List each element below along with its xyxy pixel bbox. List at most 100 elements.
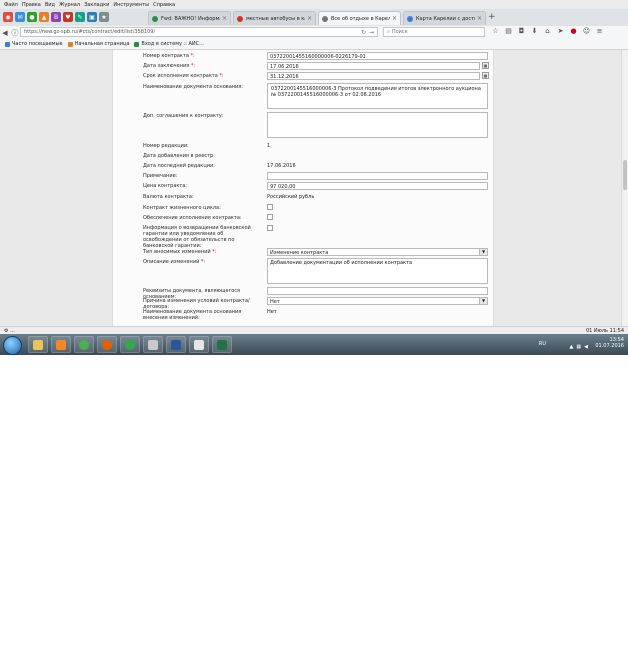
bookmark-ais-login[interactable]: Вход в систему :: АИС...: [134, 41, 204, 47]
page-scrollbar[interactable]: [621, 50, 628, 326]
reading-list-icon[interactable]: ▤: [504, 27, 513, 35]
pinned-app-icon[interactable]: ▣: [87, 12, 97, 22]
notepad-icon: [194, 339, 204, 350]
menu-tools[interactable]: Инструменты: [113, 2, 149, 8]
bookmark-star-icon[interactable]: ☆: [491, 27, 500, 35]
chevron-down-icon[interactable]: ▼: [479, 298, 487, 304]
tray-icons: ▲ ▦ ◀: [570, 344, 588, 350]
search-input[interactable]: [391, 29, 472, 35]
bookmark-frequent[interactable]: Часто посещаемые: [5, 41, 63, 47]
chevron-down-icon[interactable]: ▼: [479, 249, 487, 255]
note-field[interactable]: [267, 172, 488, 180]
info-icon[interactable]: ⓘ: [10, 28, 20, 38]
conclusion-date-field[interactable]: 17.06.2016: [267, 62, 480, 70]
currency-value: Российский рубль: [267, 194, 315, 200]
new-tab-button[interactable]: +: [488, 12, 496, 22]
change-reason-select[interactable]: Нет ▼: [267, 297, 488, 305]
price-field[interactable]: 97 020,00: [267, 182, 488, 190]
tray-arrow-icon[interactable]: ▲: [570, 344, 574, 350]
toolbar-icons: ☆ ▤ ◘ ⬇ ⌂ ➤ ● ☺ ≡: [491, 27, 604, 35]
document-requisites-field[interactable]: [267, 287, 488, 295]
basis-document-name-value: Нет: [267, 309, 277, 315]
taskbar-media[interactable]: [51, 336, 71, 353]
taskbar-firefox[interactable]: [97, 336, 117, 353]
volume-icon[interactable]: ◀: [584, 344, 588, 350]
contract-number-field[interactable]: 03722001455160000006-0226179-01: [267, 52, 488, 60]
menu-view[interactable]: Вид: [45, 2, 55, 8]
firefox-icon: [102, 339, 112, 350]
taskbar-document[interactable]: [143, 336, 163, 353]
send-icon[interactable]: ➤: [556, 27, 565, 35]
windows-taskbar: RU ▲ ▦ ◀ 13:54 01.07.2016: [0, 334, 628, 355]
bookmark-homepage[interactable]: Начальная страница: [67, 41, 129, 47]
tab-bar: ◉ ✉ ● ▲ B ♥ ✎ ▣ ★ Fwd: ВАЖНО! Информац..…: [0, 9, 628, 27]
language-indicator[interactable]: RU: [539, 341, 546, 347]
pinned-app-icon[interactable]: ◉: [3, 12, 13, 22]
guarantee-info-checkbox[interactable]: [267, 225, 273, 231]
calendar-icon[interactable]: ▦: [482, 62, 489, 69]
close-tab-icon[interactable]: ×: [477, 15, 482, 22]
scrollbar-thumb[interactable]: [623, 160, 627, 190]
tab-3-active[interactable]: Все об отдыхе в Карелии ... ×: [318, 11, 401, 25]
download-icon[interactable]: ⬇: [530, 27, 539, 35]
last-revision-date-value: 17.06.2016: [267, 163, 296, 169]
bookmark-folder-icon: [134, 41, 140, 47]
taskbar-chrome[interactable]: [74, 336, 94, 353]
adblock-icon[interactable]: ●: [569, 27, 578, 35]
home-icon[interactable]: ⌂: [543, 27, 552, 35]
network-icon[interactable]: ▦: [576, 344, 581, 350]
bookmarks-bar: Часто посещаемые Начальная страница Вход…: [0, 39, 628, 50]
forward-icon[interactable]: →: [369, 29, 374, 36]
change-type-select[interactable]: Изменение контракта ▼: [267, 248, 488, 256]
tab-4[interactable]: Карта Карелии с достопр... ×: [403, 11, 486, 25]
menu-bookmarks[interactable]: Закладки: [84, 2, 109, 8]
start-button[interactable]: [3, 336, 22, 355]
clock-date[interactable]: 01.07.2016: [595, 343, 624, 349]
security-checkbox[interactable]: [267, 214, 273, 220]
pinned-app-icon[interactable]: ●: [27, 12, 37, 22]
pinned-app-icon[interactable]: ★: [99, 12, 109, 22]
pinned-app-icon[interactable]: ▲: [39, 12, 49, 22]
close-tab-icon[interactable]: ×: [222, 15, 227, 22]
menu-help[interactable]: Справка: [153, 2, 175, 8]
close-tab-icon[interactable]: ×: [392, 15, 397, 22]
pinned-app-icon[interactable]: ✉: [15, 12, 25, 22]
menu-file[interactable]: Файл: [4, 2, 18, 8]
search-bar[interactable]: ⌕: [383, 27, 485, 37]
pocket-icon[interactable]: ◘: [517, 27, 526, 35]
tab-2[interactable]: местные автобусы в каке... ×: [233, 11, 316, 25]
menu-history[interactable]: Журнал: [59, 2, 80, 8]
tab-favicon-icon: [237, 15, 243, 22]
hamburger-menu-icon[interactable]: ≡: [595, 27, 604, 35]
tab-title: Карта Карелии с достопр...: [416, 15, 475, 22]
reload-icon[interactable]: ↻: [361, 29, 366, 36]
system-tray: RU ▲ ▦ ◀ 13:54 01.07.2016: [539, 337, 624, 350]
extra-agreements-textarea[interactable]: [267, 112, 488, 138]
menu-edit[interactable]: Правка: [22, 2, 41, 8]
pinned-app-icon[interactable]: ✎: [75, 12, 85, 22]
taskbar-explorer[interactable]: [28, 336, 48, 353]
folder-icon: [33, 339, 43, 350]
pinned-app-icon[interactable]: ♥: [63, 12, 73, 22]
change-description-textarea[interactable]: Добавление документации об исполнении ко…: [267, 258, 488, 284]
document-icon: [148, 339, 158, 350]
pinned-app-icon[interactable]: B: [51, 12, 61, 22]
life-cycle-checkbox[interactable]: [267, 204, 273, 210]
url-text[interactable]: https://new.gz-spb.ru/#cts/contract/edit…: [24, 29, 361, 35]
back-icon[interactable]: ◀: [0, 29, 10, 37]
taskbar-word[interactable]: [166, 336, 186, 353]
tab-favicon-icon: [322, 15, 328, 22]
execution-term-field[interactable]: 31.12.2016: [267, 72, 480, 80]
extension-icon[interactable]: ☺: [582, 27, 591, 35]
calendar-icon[interactable]: ▦: [482, 72, 489, 79]
tab-1[interactable]: Fwd: ВАЖНО! Информац... ×: [148, 11, 231, 25]
basis-document-textarea[interactable]: 0372200145516000006-3 Протокол подведени…: [267, 83, 488, 109]
close-tab-icon[interactable]: ×: [307, 15, 312, 22]
search-icon: ⌕: [387, 29, 390, 35]
contract-form-panel: Номер контракта *: 03722001455160000006-…: [112, 50, 494, 326]
word-icon: [171, 339, 181, 350]
taskbar-app[interactable]: [120, 336, 140, 353]
url-bar[interactable]: https://new.gz-spb.ru/#cts/contract/edit…: [20, 27, 378, 37]
taskbar-notepad[interactable]: [189, 336, 209, 353]
taskbar-excel[interactable]: [212, 336, 232, 353]
